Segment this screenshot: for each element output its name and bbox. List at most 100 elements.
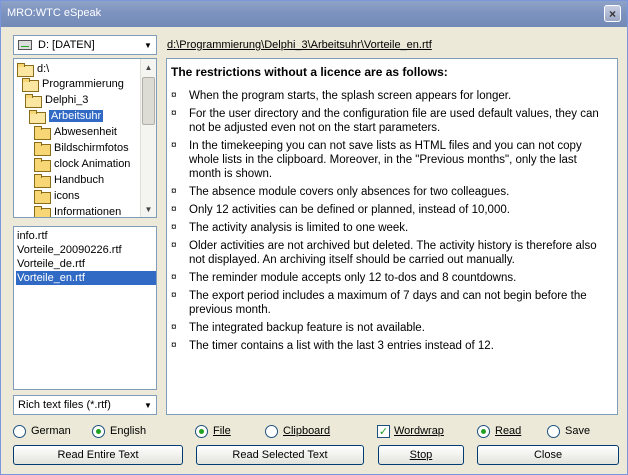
close-window-button[interactable]: × [604,5,621,22]
document-bullet: ¤ For the user directory and the configur… [171,107,617,135]
file-type-filter-select[interactable]: Rich text files (*.rtf) ▼ [13,395,157,415]
tree-item-label: Delphi_3 [45,93,89,106]
mode-save-radio[interactable]: Save [547,423,590,439]
file-list-item[interactable]: Vorteile_de.rtf [17,257,85,271]
bullet-mark-icon: ¤ [171,272,177,283]
bullet-text: The activity analysis is limited to one … [189,222,409,234]
bullet-text: The absence module covers only absences … [189,186,510,198]
document-bullet: ¤ The export period includes a maximum of… [171,289,617,317]
tree-item-label: icons [54,189,80,202]
espeak-window: MRO:WTC eSpeak × D: [DATEN] ▼ d:\Program… [0,0,628,475]
bullet-text: When the program starts, the splash scre… [189,90,512,102]
tree-scrollbar[interactable]: ▲ ▼ [140,59,156,217]
document-bullet: ¤ When the program starts, the splash scr… [171,89,617,103]
stop-button[interactable]: Stop [378,445,464,465]
drive-select[interactable]: D: [DATEN] ▼ [13,35,157,55]
checkmark-icon[interactable]: ✓ [377,424,390,438]
document-heading: The restrictions without a licence are a… [171,65,448,79]
tree-item-handbuch[interactable]: Handbuch [34,171,104,188]
file-list-item[interactable]: Vorteile_20090226.rtf [17,243,122,257]
tree-item-programmierung[interactable]: Programmierung [22,75,124,92]
file-list-item[interactable]: info.rtf [17,229,48,243]
language-german-radio[interactable]: German [13,423,71,439]
tree-item-delphi-3[interactable]: Delphi_3 [25,91,88,108]
bullet-mark-icon: ¤ [171,108,177,119]
tree-item-icons[interactable]: icons [34,187,80,204]
file-list-item-selected[interactable]: Vorteile_en.rtf [16,271,156,285]
folder-icon [34,125,51,140]
drive-select-value: D: [DATEN] [38,39,95,51]
chevron-down-icon[interactable]: ▼ [140,36,156,54]
bullet-text: Only 12 activities can be defined or pla… [189,204,510,216]
tree-item-bildschirmfotos[interactable]: Bildschirmfotos [34,139,129,156]
radio-circle-icon[interactable] [477,424,490,438]
scroll-up-arrow-icon[interactable]: ▲ [141,59,156,75]
document-text-pane[interactable]: The restrictions without a licence are a… [166,58,618,415]
tree-item-label: Arbeitsuhr [49,109,104,122]
bullet-mark-icon: ¤ [171,222,177,233]
mode-read-radio[interactable]: Read [477,423,521,439]
button-label: Stop [409,449,433,461]
document-bullet: ¤ The absence module covers only absences… [171,185,617,199]
radio-circle-icon[interactable] [92,424,105,438]
button-label: Read Selected Text [232,449,328,461]
tree-item-arbeitsuhr[interactable]: Arbeitsuhr [29,107,104,124]
bullet-mark-icon: ¤ [171,186,177,197]
scrollbar-thumb[interactable] [142,77,155,125]
radio-circle-icon[interactable] [195,424,208,438]
folder-open-icon [25,93,42,108]
language-english-radio[interactable]: English [92,423,146,439]
bullet-text: For the user directory and the configura… [189,108,599,134]
radio-label-save: Save [565,425,591,437]
bullet-text: Older activities are not archived but de… [189,240,597,266]
chevron-down-icon[interactable]: ▼ [140,396,156,414]
read-selected-text-button[interactable]: Read Selected Text [196,445,364,465]
document-bullet: ¤ Only 12 activities can be defined or pl… [171,203,617,217]
source-clipboard-radio[interactable]: Clipboard [265,423,330,439]
document-bullet: ¤ The activity analysis is limited to one… [171,221,617,235]
tree-item-label: Informationen [54,205,122,218]
radio-circle-icon[interactable] [547,424,560,438]
file-list[interactable]: info.rtf Vorteile_20090226.rtf Vorteile_… [13,226,157,390]
bullet-mark-icon: ¤ [171,322,177,333]
tree-item-abwesenheit[interactable]: Abwesenheit [34,123,117,140]
tree-item-label: Bildschirmfotos [54,141,129,154]
close-button[interactable]: Close [477,445,619,465]
file-path-label: d:\Programmierung\Delphi_3\Arbeitsuhr\Vo… [167,39,432,51]
bullet-text: The timer contains a list with the last … [189,340,494,352]
radio-label-english: English [110,425,147,437]
tree-item-informationen[interactable]: Informationen [34,203,122,218]
button-label: Close [533,449,563,461]
bullet-mark-icon: ¤ [171,240,177,251]
bullet-mark-icon: ¤ [171,340,177,351]
drive-icon [18,40,32,50]
directory-tree[interactable]: d:\ Programmierung Delphi_3 Arbeitsuhr A… [13,58,157,218]
bullet-mark-icon: ¤ [171,204,177,215]
radio-circle-icon[interactable] [265,424,278,438]
folder-icon [34,141,51,156]
folder-open-icon [17,62,34,77]
bullet-mark-icon: ¤ [171,290,177,301]
scroll-down-arrow-icon[interactable]: ▼ [141,201,156,217]
tree-item-clock-animation[interactable]: clock Animation [34,155,130,172]
tree-item-label: Programmierung [42,77,124,90]
document-bullet: ¤ The reminder module accepts only 12 to-… [171,271,617,285]
source-file-radio[interactable]: File [195,423,231,439]
radio-label-read: Read [495,425,522,437]
folder-icon [34,157,51,172]
tree-item-label: Abwesenheit [54,125,117,138]
close-icon: × [608,6,616,21]
title-bar[interactable]: MRO:WTC eSpeak × [1,1,627,27]
read-entire-text-button[interactable]: Read Entire Text [13,445,183,465]
wordwrap-checkbox[interactable]: ✓ Wordwrap [377,423,444,439]
radio-label-file: File [213,425,231,437]
folder-icon [34,189,51,204]
radio-circle-icon[interactable] [13,424,26,438]
bullet-text: The reminder module accepts only 12 to-d… [189,272,517,284]
bullet-mark-icon: ¤ [171,90,177,101]
document-bullet: ¤ The timer contains a list with the last… [171,339,617,353]
tree-item-label: clock Animation [54,157,131,170]
window-title: MRO:WTC eSpeak [7,7,102,19]
document-bullet: ¤ Older activities are not archived but d… [171,239,617,267]
bullet-text: In the timekeeping you can not save list… [189,140,582,180]
